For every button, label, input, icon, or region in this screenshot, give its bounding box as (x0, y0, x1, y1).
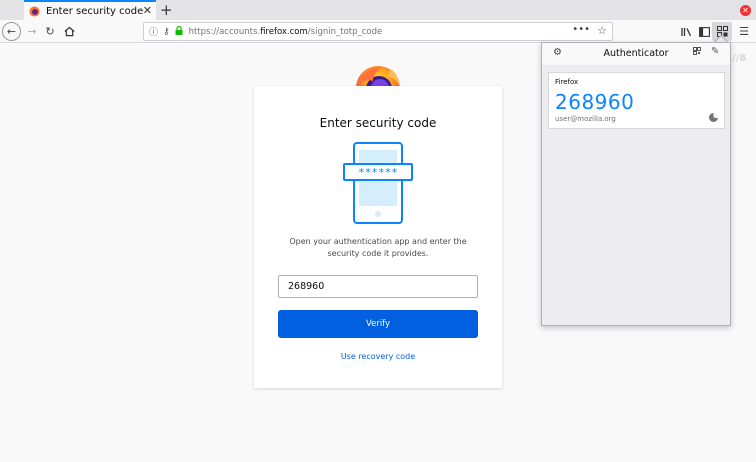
new-tab-icon[interactable]: + (160, 1, 173, 19)
url-prefix: https://accounts. (188, 26, 261, 37)
tab-close-icon[interactable]: ✕ (143, 4, 152, 17)
use-recovery-code-link[interactable]: Use recovery code (254, 352, 502, 361)
forward-arrow-icon: → (27, 25, 37, 38)
sidebar-icon (698, 26, 710, 37)
pencil-edit-icon[interactable]: ✎ (711, 46, 719, 57)
background-partial-logo: //8 (732, 53, 747, 64)
menu-button[interactable]: ☰ (734, 22, 754, 41)
qr-scan-icon[interactable] (693, 47, 701, 58)
popup-title: Authenticator (603, 48, 669, 59)
bookmark-star-icon[interactable]: ☆ (597, 24, 607, 37)
key-icon[interactable]: ⚷ (163, 27, 170, 37)
security-code-input[interactable] (278, 275, 478, 298)
otp-entry[interactable]: Firefox 268960 user@mozilla.org (548, 72, 725, 129)
info-icon[interactable]: ⓘ (149, 25, 158, 38)
url-path: /signin_totp_code (307, 26, 383, 37)
entry-account: user@mozilla.org (555, 115, 616, 123)
tab-title: Enter security code (46, 5, 144, 17)
verify-button[interactable]: Verify (278, 310, 478, 338)
entry-otp-code[interactable]: 268960 (555, 90, 634, 114)
url-host: firefox.com (260, 26, 308, 37)
hamburger-menu-icon: ☰ (739, 25, 749, 38)
firefox-favicon-icon (29, 5, 40, 17)
countdown-timer-icon (709, 113, 718, 122)
lock-icon[interactable] (175, 25, 183, 38)
authenticator-popup: ⚙ Authenticator ✎ Firefox 268960 user@mo… (541, 42, 731, 326)
window-close-icon[interactable]: ✕ (740, 5, 751, 16)
phone-code-mask: ****** (358, 166, 398, 179)
tab-strip: Enter security code ✕ + ✕ (0, 0, 756, 20)
nav-toolbar: ← → ↻ ⓘ ⚷ https://accounts.firefox.com/s… (0, 20, 756, 43)
home-button[interactable] (59, 22, 79, 41)
back-arrow-icon: ← (6, 25, 17, 38)
forward-button[interactable]: → (22, 22, 42, 41)
url-bar[interactable]: ⓘ ⚷ https://accounts.firefox.com/signin_… (143, 22, 613, 41)
popup-header: ⚙ Authenticator ✎ (542, 43, 730, 65)
tab-active[interactable]: Enter security code ✕ (24, 0, 156, 20)
library-icon (680, 27, 691, 36)
phone-illustration: ****** (343, 142, 413, 224)
page-actions-more-icon[interactable]: ••• (572, 24, 590, 35)
instructions-text: Open your authentication app and enter t… (289, 237, 467, 258)
home-icon (64, 26, 74, 37)
reload-icon: ↻ (45, 25, 55, 38)
entry-issuer: Firefox (555, 78, 579, 86)
page-title: Enter security code (319, 116, 437, 130)
signin-card: Enter security code ****** Open your aut… (254, 86, 502, 388)
back-button[interactable]: ← (2, 22, 21, 41)
reload-button[interactable]: ↻ (40, 22, 60, 41)
library-button[interactable] (676, 22, 696, 41)
url-text[interactable]: https://accounts.firefox.com/signin_totp… (189, 27, 383, 37)
sidebar-button[interactable] (694, 22, 714, 41)
